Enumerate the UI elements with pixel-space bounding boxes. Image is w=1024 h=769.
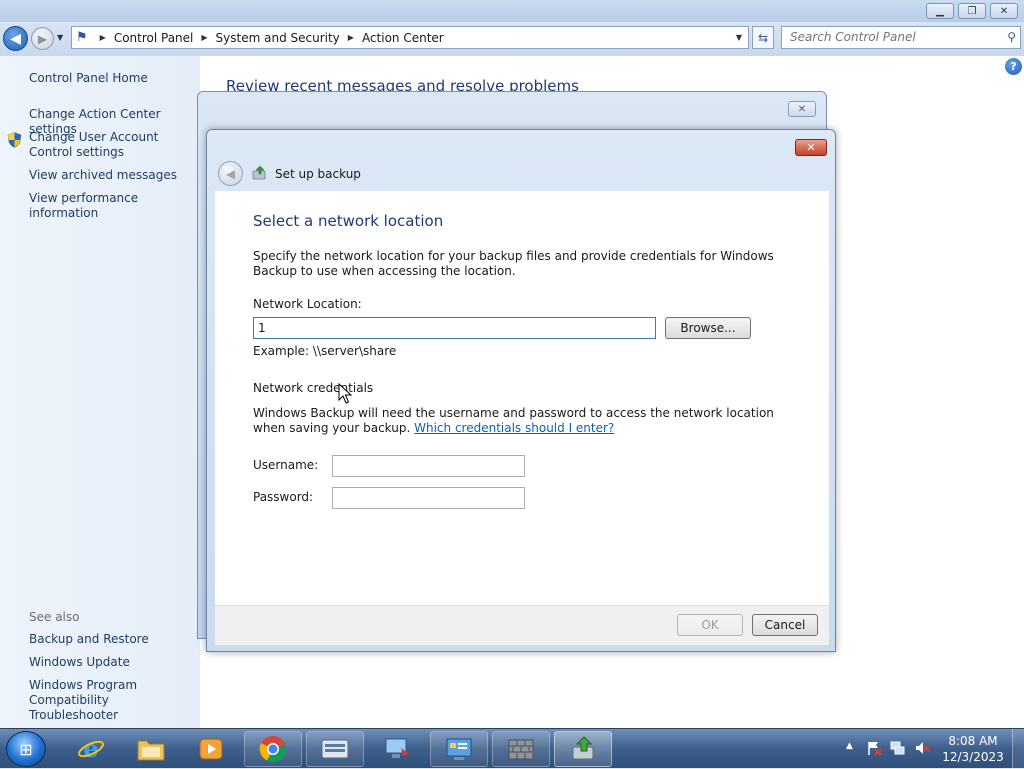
taskbar-chrome[interactable] — [244, 731, 302, 767]
password-label: Password: — [253, 490, 314, 504]
chrome-icon — [259, 736, 287, 763]
background-dialog-close-button[interactable]: ✕ — [788, 101, 816, 117]
refresh-button[interactable]: ⇆ — [752, 26, 774, 49]
flag-icon: ⚑ — [76, 30, 88, 45]
dialog-close-button[interactable]: ✕ — [795, 139, 827, 156]
breadcrumb-action-center[interactable]: Action Center — [362, 31, 444, 45]
maximize-button[interactable]: ❐ — [958, 3, 986, 19]
breadcrumb-control-panel[interactable]: Control Panel — [114, 31, 194, 45]
taskbar-windows-explorer[interactable] — [122, 731, 180, 767]
window-titlebar: ▁ ❐ ✕ — [0, 0, 1024, 22]
close-button[interactable]: ✕ — [990, 3, 1018, 19]
start-button[interactable]: ⊞ — [6, 731, 46, 767]
taskbar-backup-restore[interactable] — [554, 731, 612, 767]
dialog-description: Specify the network location for your ba… — [253, 249, 774, 278]
sidebar-item-control-panel-home[interactable]: Control Panel Home — [29, 71, 197, 86]
show-desktop-button[interactable] — [1012, 729, 1024, 769]
dialog-header: ◀ Set up backup — [215, 158, 829, 192]
windows-logo-icon: ⊞ — [19, 739, 33, 759]
address-dropdown-icon[interactable]: ▼ — [736, 33, 742, 42]
chevron-right-icon[interactable]: ▶ — [201, 33, 207, 42]
credentials-description: Windows Backup will need the username an… — [253, 406, 793, 436]
arrow-left-icon: ◀ — [10, 30, 21, 47]
close-icon: ✕ — [999, 5, 1009, 17]
network-icon[interactable] — [890, 740, 906, 756]
taskbar-internet-explorer[interactable]: e — [62, 731, 120, 767]
chevron-right-icon[interactable]: ▶ — [348, 33, 354, 42]
breadcrumb-system-and-security[interactable]: System and Security — [216, 31, 340, 45]
close-icon: ✕ — [806, 141, 816, 154]
taskbar-on-screen-keyboard[interactable] — [306, 731, 364, 767]
back-button[interactable]: ◀ — [3, 26, 28, 51]
network-location-label: Network Location: — [253, 297, 362, 311]
arrow-left-icon: ◀ — [225, 166, 236, 181]
taskbar-media-player[interactable] — [182, 731, 240, 767]
minimize-button[interactable]: ▁ — [926, 3, 954, 19]
show-hidden-icons-button[interactable]: ▲ — [846, 741, 853, 751]
svg-text:e: e — [83, 735, 98, 763]
clock-date: 12/3/2023 — [942, 750, 1004, 764]
setup-backup-dialog: ✕ ◀ Set up backup Select a network locat… — [206, 129, 836, 652]
minimize-icon: ▁ — [936, 5, 944, 17]
firewall-icon — [508, 739, 534, 760]
search-input[interactable] — [788, 27, 998, 47]
taskbar-remote-desktop[interactable] — [368, 731, 426, 767]
remote-desktop-icon — [385, 738, 409, 758]
folder-icon — [137, 740, 165, 761]
username-label: Username: — [253, 458, 319, 472]
keyboard-icon — [321, 739, 349, 759]
arrow-right-icon: ▶ — [37, 31, 48, 46]
see-also-compat-troubleshooter[interactable]: Windows Program Compatibility Troublesho… — [29, 678, 194, 723]
dialog-back-button[interactable]: ◀ — [218, 161, 243, 186]
search-box: ⚲ — [781, 26, 1021, 49]
address-toolbar: ◀ ▶ ▼ ⚑ ▶ Control Panel ▶ System and Sec… — [0, 22, 1024, 56]
sidebar-item-uac-settings[interactable]: Change User Account Control settings — [29, 130, 197, 160]
recent-pages-dropdown[interactable]: ▼ — [57, 33, 63, 42]
dialog-content: Select a network location Specify the ne… — [215, 191, 829, 605]
media-player-icon — [199, 738, 223, 760]
uac-shield-icon — [7, 132, 22, 148]
see-also-heading: See also — [29, 610, 80, 624]
credentials-help-link[interactable]: Which credentials should I enter? — [414, 421, 614, 435]
refresh-icon: ⇆ — [757, 30, 769, 45]
dialog-footer: OK Cancel — [215, 605, 829, 645]
action-center-flag-icon[interactable] — [866, 740, 882, 756]
network-location-input[interactable] — [253, 317, 656, 339]
cancel-button[interactable]: Cancel — [752, 614, 818, 636]
backup-icon — [251, 165, 267, 185]
left-nav-pane: Control Panel Home Change Action Center … — [0, 56, 200, 728]
breadcrumb[interactable]: ⚑ ▶ Control Panel ▶ System and Security … — [71, 26, 749, 49]
forward-button[interactable]: ▶ — [31, 27, 54, 50]
username-field[interactable] — [332, 455, 525, 477]
password-field[interactable] — [332, 487, 525, 509]
taskbar-control-panel[interactable] — [430, 731, 488, 767]
restore-icon: ❐ — [967, 5, 977, 17]
dialog-title: Set up backup — [275, 167, 361, 181]
see-also-windows-update[interactable]: Windows Update — [29, 655, 197, 670]
mouse-cursor-icon — [338, 383, 352, 404]
example-text: Example: \\server\share — [253, 344, 397, 358]
taskbar-firewall[interactable] — [492, 731, 550, 767]
see-also-backup-restore[interactable]: Backup and Restore — [29, 632, 197, 647]
sidebar-item-performance-info[interactable]: View performance information — [29, 191, 197, 221]
chevron-right-icon[interactable]: ▶ — [100, 33, 106, 42]
control-panel-icon — [446, 738, 472, 760]
sidebar-item-archived-messages[interactable]: View archived messages — [29, 168, 197, 183]
clock-time: 8:08 AM — [948, 734, 998, 748]
dialog-heading: Select a network location — [253, 212, 444, 230]
help-icon[interactable]: ? — [1005, 58, 1022, 75]
search-icon[interactable]: ⚲ — [1007, 30, 1016, 44]
ok-button[interactable]: OK — [677, 614, 743, 636]
close-icon: ✕ — [797, 103, 807, 115]
taskbar-clock[interactable]: 8:08 AM 12/3/2023 — [940, 733, 1006, 765]
volume-muted-icon[interactable] — [914, 740, 930, 756]
ie-icon: e — [78, 735, 104, 763]
browse-button[interactable]: Browse... — [665, 317, 751, 339]
taskbar: ⊞ e ▲ 8:08 AM 12/3/2023 — [0, 728, 1024, 769]
backup-icon — [572, 736, 594, 760]
credentials-heading: Network credentials — [253, 381, 374, 395]
